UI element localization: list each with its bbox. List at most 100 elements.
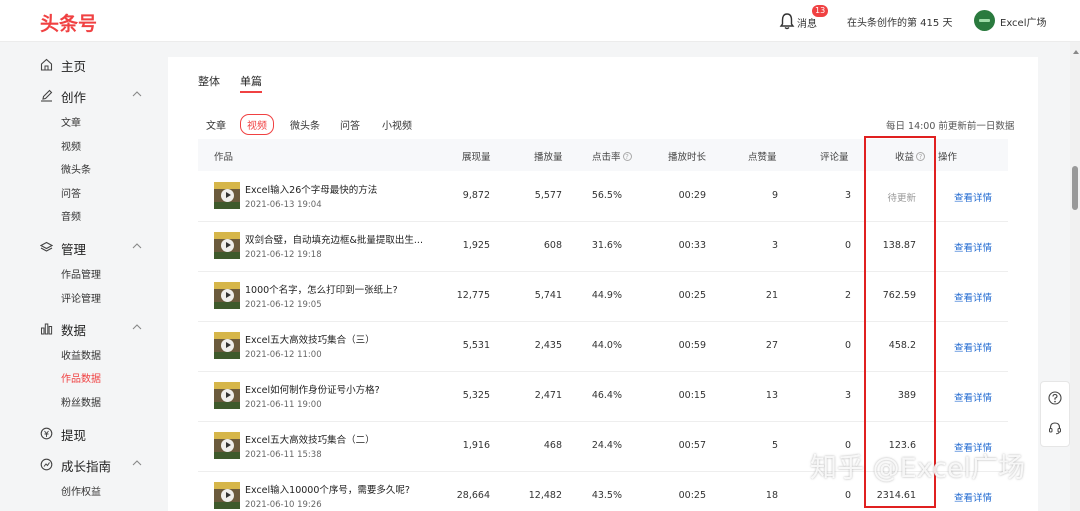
- video-thumbnail[interactable]: [214, 332, 240, 359]
- play-icon: [221, 339, 234, 352]
- help-icon[interactable]: ?: [622, 152, 632, 161]
- video-title[interactable]: Excel如何制作身份证号小方格?: [245, 382, 380, 396]
- ctr-value: 31.6%: [591, 240, 622, 251]
- sidebar-item-comments-manage[interactable]: 评论管理: [61, 290, 101, 305]
- sidebar-item-works-manage[interactable]: 作品管理: [61, 266, 101, 281]
- impressions-value: 5,531: [462, 340, 490, 351]
- growth-icon: [40, 458, 53, 471]
- scrollbar-thumb[interactable]: [1072, 166, 1078, 210]
- sidebar-item-works-data[interactable]: 作品数据: [61, 370, 101, 385]
- view-details-link[interactable]: 查看详情: [954, 290, 992, 304]
- video-thumbnail[interactable]: [214, 182, 240, 209]
- edit-icon: [41, 89, 53, 102]
- plays-value: 468: [543, 440, 562, 451]
- play-icon: [221, 239, 234, 252]
- bell-icon[interactable]: [779, 12, 795, 30]
- tab-overall[interactable]: 整体: [198, 73, 220, 89]
- scroll-up-arrow-icon[interactable]: [1073, 50, 1079, 54]
- plays-value: 5,577: [534, 190, 562, 201]
- comments-value: 0: [844, 340, 851, 351]
- likes-value: 5: [771, 440, 778, 451]
- view-details-link[interactable]: 查看详情: [954, 490, 992, 504]
- video-title[interactable]: 双剑合璧，自动填充边框&批量提取出生...: [245, 232, 423, 246]
- sidebar-group-home[interactable]: 主页: [40, 56, 150, 74]
- duration-value: 00:25: [678, 290, 706, 301]
- plays-value: 608: [543, 240, 562, 251]
- column-header-duration[interactable]: 播放时长: [668, 149, 706, 163]
- video-date: 2021-06-11 19:00: [245, 400, 322, 410]
- sidebar-item-audio[interactable]: 音频: [61, 208, 81, 223]
- headset-icon[interactable]: [1048, 421, 1062, 435]
- sidebar-item-fans-data[interactable]: 粉丝数据: [61, 394, 101, 409]
- view-details-link[interactable]: 查看详情: [954, 240, 992, 254]
- sidebar-group-create[interactable]: 创作: [40, 87, 150, 105]
- video-thumbnail[interactable]: [214, 432, 240, 459]
- view-details-link[interactable]: 查看详情: [954, 390, 992, 404]
- video-title[interactable]: Excel输入26个字母最快的方法: [245, 182, 377, 196]
- plays-value: 2,471: [534, 390, 562, 401]
- subtab-article[interactable]: 文章: [206, 117, 226, 132]
- video-thumbnail[interactable]: [214, 482, 240, 509]
- plays-value: 5,741: [534, 290, 562, 301]
- chevron-up-icon[interactable]: [132, 89, 142, 99]
- video-title[interactable]: Excel五大高效技巧集合（三）: [245, 332, 375, 346]
- ctr-value: 44.9%: [591, 290, 622, 301]
- update-note: 每日 14:00 前更新前一日数据: [886, 121, 1015, 132]
- help-circle-icon[interactable]: [1048, 391, 1062, 405]
- column-header-comments[interactable]: 评论量: [820, 149, 849, 163]
- chevron-up-icon[interactable]: [132, 241, 142, 251]
- column-header-plays[interactable]: 播放量: [534, 149, 563, 163]
- comments-value: 2: [844, 290, 851, 301]
- avatar[interactable]: [974, 10, 995, 31]
- column-header-likes[interactable]: 点赞量: [748, 149, 777, 163]
- sidebar-item-qa[interactable]: 问答: [61, 185, 81, 200]
- view-details-link[interactable]: 查看详情: [954, 340, 992, 354]
- video-thumbnail[interactable]: [214, 282, 240, 309]
- sidebar-item-microtoutiao[interactable]: 微头条: [61, 161, 91, 176]
- column-header-ctr[interactable]: 点击率?: [592, 149, 632, 163]
- video-title[interactable]: 1000个名字，怎么打印到一张纸上?: [245, 282, 398, 296]
- sidebar-group-data[interactable]: 数据: [40, 320, 150, 338]
- username[interactable]: Excel广场: [1000, 14, 1047, 29]
- active-tab-indicator: [240, 91, 262, 93]
- video-title[interactable]: Excel输入10000个序号，需要多久呢?: [245, 482, 410, 496]
- sidebar-item-income-data[interactable]: 收益数据: [61, 347, 101, 362]
- video-thumbnail[interactable]: [214, 382, 240, 409]
- sidebar-group-growth[interactable]: 成长指南: [40, 456, 150, 474]
- app-logo[interactable]: 头条号: [40, 9, 97, 36]
- layers-icon: [40, 241, 53, 252]
- sidebar-group-label: 数据: [61, 323, 87, 338]
- bar-chart-icon: [41, 323, 53, 335]
- tab-single[interactable]: 单篇: [240, 73, 262, 89]
- chevron-up-icon[interactable]: [132, 322, 142, 332]
- chevron-up-icon[interactable]: [132, 458, 142, 468]
- duration-value: 00:25: [678, 490, 706, 501]
- sidebar-item-video[interactable]: 视频: [61, 138, 81, 153]
- play-icon: [221, 289, 234, 302]
- subtab-short-video[interactable]: 小视频: [382, 117, 412, 132]
- ctr-value: 46.4%: [591, 390, 622, 401]
- page-scrollbar[interactable]: [1070, 42, 1080, 511]
- zhihu-watermark: 知乎 @Excel广场: [810, 453, 1026, 484]
- subtab-video[interactable]: 视频: [240, 114, 274, 135]
- likes-value: 18: [765, 490, 778, 501]
- video-title[interactable]: Excel五大高效技巧集合（二）: [245, 432, 375, 446]
- sidebar-item-article[interactable]: 文章: [61, 114, 81, 129]
- duration-value: 00:15: [678, 390, 706, 401]
- column-header-actions: 操作: [938, 152, 958, 163]
- comments-value: 0: [844, 240, 851, 251]
- sidebar-group-withdraw[interactable]: 提现: [40, 425, 150, 443]
- video-date: 2021-06-13 19:04: [245, 200, 322, 210]
- impressions-value: 28,664: [456, 490, 490, 501]
- subtab-microtoutiao[interactable]: 微头条: [290, 117, 320, 132]
- sidebar-group-manage[interactable]: 管理: [40, 239, 150, 257]
- subtab-qa[interactable]: 问答: [340, 117, 360, 132]
- view-details-link[interactable]: 查看详情: [954, 190, 992, 204]
- duration-value: 00:33: [678, 240, 706, 251]
- play-icon: [221, 489, 234, 502]
- messages-label[interactable]: 消息: [797, 15, 817, 30]
- sidebar-item-creator-rights[interactable]: 创作权益: [61, 483, 101, 498]
- likes-value: 3: [771, 240, 778, 251]
- column-header-impressions[interactable]: 展现量: [462, 149, 491, 163]
- video-thumbnail[interactable]: [214, 232, 240, 259]
